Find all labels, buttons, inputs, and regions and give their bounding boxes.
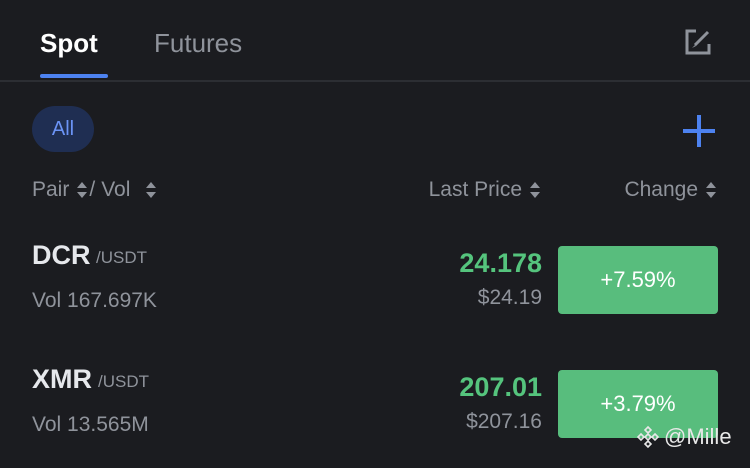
last-price: 24.178 [459,248,542,278]
change-header[interactable]: Change [624,178,716,202]
watermark-text: @Mille [664,424,732,449]
header-separator: / [89,178,96,201]
market-tabs: Spot Futures [0,0,750,82]
tab-futures[interactable]: Futures [154,28,242,59]
tab-spot[interactable]: Spot [40,28,98,59]
change-badge[interactable]: +7.59% [558,246,718,314]
market-row[interactable]: DCR /USDT Vol 167.697K 24.178 $24.19 +7.… [0,234,750,344]
last-price-header-label: Last Price [428,178,522,201]
watermark: @Mille [636,424,732,450]
plus-icon[interactable] [680,112,718,150]
sort-icon [706,181,716,199]
change-header-label: Change [624,178,698,201]
base-asset: DCR [32,240,91,270]
pair-vol-header[interactable]: Pair / Vol [32,178,157,202]
fiat-price: $24.19 [477,286,542,309]
binance-logo-icon [636,425,660,449]
filter-all-chip[interactable]: All [32,106,94,152]
quote-asset: /USDT [96,248,147,267]
volume: Vol 167.697K [32,289,157,312]
base-asset: XMR [32,364,92,394]
fiat-price: $207.16 [466,410,542,433]
sort-icon [77,181,88,199]
market-row[interactable]: XMR /USDT Vol 13.565M 207.01 $207.16 +3.… [0,358,750,468]
last-price: 207.01 [459,372,542,402]
vol-header-label: Vol [101,178,131,201]
last-price-header[interactable]: Last Price [429,178,540,202]
sort-icon [146,181,157,199]
pair-header-label: Pair [32,178,70,201]
sort-icon [530,181,540,199]
volume: Vol 13.565M [32,413,149,436]
edit-icon[interactable] [682,26,714,58]
quote-asset: /USDT [98,372,149,391]
active-tab-indicator [40,74,108,78]
